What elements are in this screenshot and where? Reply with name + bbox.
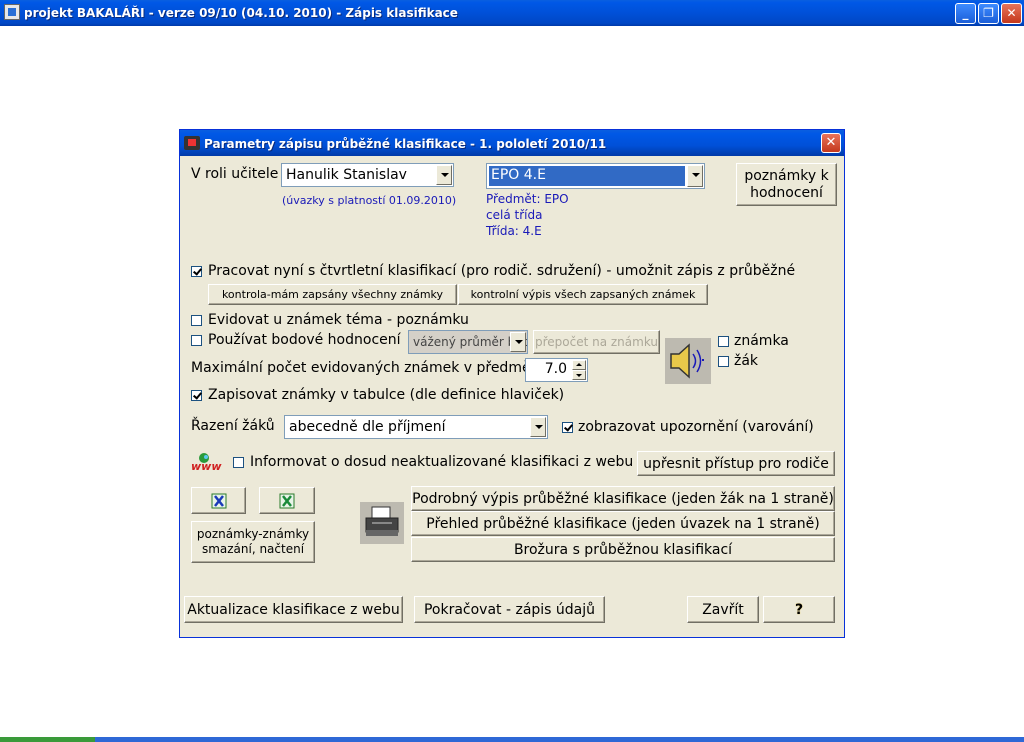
printer-icon — [360, 502, 404, 544]
points-method-select[interactable]: vážený průměr bodů — [408, 330, 528, 354]
taskbar — [0, 737, 1024, 742]
teacher-value: Hanulik Stanislav — [286, 167, 407, 183]
notes-grades-button[interactable]: poznámky-známky smazání, načtení — [191, 521, 315, 563]
close-button[interactable]: Zavřít — [687, 596, 759, 623]
class-select[interactable]: EPO 4.E — [486, 163, 705, 189]
dialog-title-bar: Parametry zápisu průběžné klasifikace - … — [180, 130, 844, 156]
continue-button[interactable]: Pokračovat - zápis údajů — [414, 596, 605, 623]
table-entry-checkbox[interactable] — [191, 390, 202, 401]
excel-export-icon — [211, 493, 226, 508]
help-icon: ? — [794, 601, 804, 618]
warnings-checkbox[interactable] — [562, 422, 573, 433]
grade-sound-label: známka — [734, 333, 789, 349]
max-grades-stepper[interactable]: 7.0 — [525, 358, 588, 382]
notes-evaluation-button[interactable]: poznámky k hodnocení — [736, 163, 837, 206]
print-overview-button[interactable]: Přehled průběžné klasifikace (jeden úvaz… — [411, 511, 835, 536]
chevron-down-icon[interactable] — [530, 417, 546, 437]
app-icon — [4, 4, 20, 20]
check-all-grades-button[interactable]: kontrola-mám zapsány všechny známky — [208, 284, 457, 305]
excel-import-button[interactable] — [259, 487, 315, 514]
print-booklet-button[interactable]: Brožura s průběžnou klasifikací — [411, 537, 835, 562]
speaker-icon[interactable] — [665, 338, 711, 384]
main-close-button[interactable]: ✕ — [1001, 3, 1022, 24]
help-button[interactable]: ? — [763, 596, 835, 623]
points-checkbox[interactable] — [191, 335, 202, 346]
quarterly-checkbox[interactable] — [191, 266, 202, 277]
chevron-down-icon[interactable] — [510, 332, 526, 352]
warnings-label: zobrazovat upozornění (varování) — [578, 419, 814, 435]
class-value: EPO 4.E — [491, 167, 546, 183]
parameters-dialog: Parametry zápisu průběžné klasifikace - … — [179, 129, 845, 638]
main-title-bar: projekt BAKALÁŘI - verze 09/10 (04.10. 2… — [0, 0, 1024, 26]
print-detailed-button[interactable]: Podrobný výpis průběžné klasifikace (jed… — [411, 486, 835, 511]
web-inform-label: Informovat o dosud neaktualizované klasi… — [250, 454, 634, 470]
control-listing-button[interactable]: kontrolní výpis všech zapsaných známek — [458, 284, 708, 305]
teacher-select[interactable]: Hanulik Stanislav — [281, 163, 454, 187]
assignments-validity: (úvazky s platností 01.09.2010) — [282, 194, 457, 207]
points-label: Používat bodové hodnocení — [208, 332, 401, 348]
restore-button[interactable]: ❐ — [978, 3, 999, 24]
stepper-down-icon[interactable] — [572, 370, 586, 380]
recalc-button[interactable]: přepočet na známku — [533, 330, 660, 354]
topic-label: Evidovat u známek téma - poznámku — [208, 312, 469, 328]
sort-value: abecedně dle příjmení — [289, 419, 446, 435]
chevron-down-icon[interactable] — [687, 165, 703, 187]
subject-info: Předmět: EPO — [486, 192, 569, 206]
group-info: celá třída — [486, 208, 543, 222]
dialog-close-button[interactable]: ✕ — [821, 133, 841, 153]
table-entry-label: Zapisovat známky v tabulce (dle definice… — [208, 387, 565, 403]
dialog-title: Parametry zápisu průběžné klasifikace - … — [204, 137, 607, 151]
max-grades-value: 7.0 — [544, 361, 567, 377]
stepper-up-icon[interactable] — [572, 360, 586, 370]
grade-sound-checkbox[interactable] — [718, 336, 729, 347]
excel-export-button[interactable] — [191, 487, 246, 514]
topic-checkbox[interactable] — [191, 315, 202, 326]
dialog-icon — [184, 136, 200, 150]
start-button[interactable] — [0, 737, 95, 742]
excel-import-icon — [279, 493, 295, 508]
teacher-label: V roli učitele — [191, 166, 279, 182]
web-update-button[interactable]: Aktualizace klasifikace z webu — [184, 596, 403, 623]
student-sound-checkbox[interactable] — [718, 356, 729, 367]
quarterly-label: Pracovat nyní s čtvrtletní klasifikací (… — [208, 263, 796, 279]
max-grades-label: Maximální počet evidovaných známek v pře… — [191, 360, 545, 376]
sort-select[interactable]: abecedně dle příjmení — [284, 415, 548, 439]
sort-label: Řazení žáků — [191, 418, 275, 434]
chevron-down-icon[interactable] — [436, 165, 452, 185]
web-inform-checkbox[interactable] — [233, 457, 244, 468]
class-info: Třída: 4.E — [486, 224, 542, 238]
student-sound-label: žák — [734, 353, 759, 369]
parent-access-button[interactable]: upřesnit přístup pro rodiče — [637, 451, 835, 476]
main-window-title: projekt BAKALÁŘI - verze 09/10 (04.10. 2… — [24, 6, 458, 20]
web-globe-icon: www — [191, 452, 222, 473]
minimize-button[interactable]: _ — [955, 3, 976, 24]
